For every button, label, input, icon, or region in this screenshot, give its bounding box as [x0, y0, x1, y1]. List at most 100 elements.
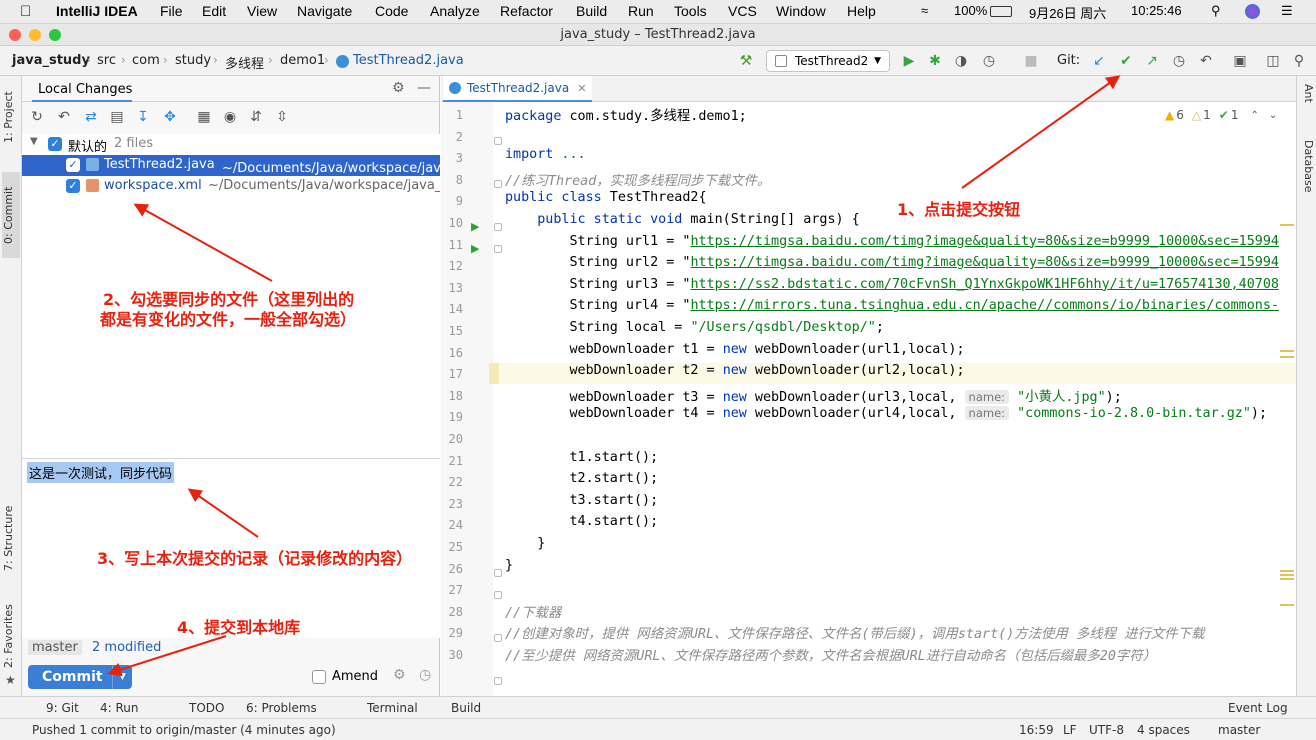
menu-vcs[interactable]: VCS	[728, 3, 757, 19]
fold-marker[interactable]	[494, 569, 502, 577]
siri-icon[interactable]	[1245, 4, 1260, 19]
fold-marker[interactable]	[494, 223, 502, 232]
git-update-icon[interactable]: ↙	[1090, 52, 1108, 70]
favorites-star-icon[interactable]: ★	[5, 673, 16, 687]
search-everywhere-icon[interactable]: ⚲	[1290, 52, 1308, 70]
tab-database[interactable]: Database	[1299, 140, 1315, 193]
fold-marker[interactable]	[494, 633, 502, 642]
zoom-window-button[interactable]	[49, 29, 61, 41]
menu-help[interactable]: Help	[847, 3, 876, 19]
code-line[interactable]: //练习Thread，实现多线程同步下载文件。	[505, 169, 1291, 189]
error-stripe-mark[interactable]	[1280, 570, 1294, 572]
code-line[interactable]: String url1 = "https://timgsa.baidu.com/…	[505, 234, 1291, 249]
menu-tools[interactable]: Tools	[674, 3, 707, 19]
refresh-icon[interactable]: ↻	[28, 108, 46, 126]
tab-ant[interactable]: Ant	[1299, 84, 1315, 103]
error-stripe-mark[interactable]	[1280, 224, 1294, 226]
menu-refactor[interactable]: Refactor	[500, 3, 553, 19]
menu-build[interactable]: Build	[576, 3, 607, 19]
git-history-icon[interactable]: ◷	[1170, 52, 1188, 70]
changelist-row[interactable]: ▼ ✓ 默认的 2 files	[22, 134, 440, 155]
breadcrumb-com[interactable]: com	[132, 53, 160, 68]
file-row-selected[interactable]: ✓ TestThread2.java ~/Documents/Java/work…	[22, 155, 440, 176]
tab-local-changes[interactable]: Local Changes	[38, 82, 132, 97]
error-stripe-mark[interactable]	[1280, 356, 1294, 358]
close-window-button[interactable]	[9, 29, 21, 41]
move-changelist-icon[interactable]: ✥	[161, 108, 179, 126]
code-line[interactable]: webDownloader t1 = new webDownloader(url…	[505, 342, 1291, 357]
history-icon[interactable]: ◷	[419, 667, 431, 683]
eye-icon[interactable]: ◉	[221, 108, 239, 126]
apple-icon[interactable]: 	[20, 3, 31, 20]
line-separator[interactable]: LF	[1063, 723, 1077, 737]
debug-bug-icon[interactable]: ✱	[926, 52, 944, 70]
file-checkbox[interactable]: ✓	[66, 158, 80, 172]
run-icon[interactable]: ▶	[900, 52, 918, 70]
fold-marker[interactable]	[494, 677, 502, 685]
file-checkbox[interactable]: ✓	[66, 179, 80, 193]
menu-navigate[interactable]: Navigate	[297, 3, 352, 19]
code-line[interactable]: String url2 = "https://timgsa.baidu.com/…	[505, 255, 1291, 270]
tool-problems[interactable]: 6: Problems	[246, 701, 317, 715]
edit-source-icon[interactable]: ▤	[108, 108, 126, 126]
tool-terminal[interactable]: Terminal	[367, 701, 418, 715]
tool-run[interactable]: 4: Run	[100, 701, 139, 715]
code-line[interactable]: //至少提供 网络资源URL、文件保存路径两个参数，文件名会根据URL进行自动命…	[505, 644, 1291, 664]
tool-git[interactable]: 9: Git	[46, 701, 79, 715]
tab-favorites[interactable]: 2: Favorites	[2, 602, 20, 670]
error-stripe-mark[interactable]	[1280, 604, 1294, 606]
code-line[interactable]: t4.start();	[505, 514, 1291, 529]
git-rollback-icon[interactable]: ↶	[1197, 52, 1215, 70]
coverage-icon[interactable]: ◑	[952, 52, 970, 70]
close-icon[interactable]: ✕	[577, 82, 586, 95]
menu-view[interactable]: View	[247, 3, 277, 19]
menu-run[interactable]: Run	[628, 3, 654, 19]
code-line[interactable]: t3.start();	[505, 493, 1291, 508]
error-stripe-mark[interactable]	[1280, 578, 1294, 580]
code-line[interactable]: webDownloader t3 = new webDownloader(url…	[505, 385, 1291, 405]
menu-analyze[interactable]: Analyze	[430, 3, 480, 19]
control-center-icon[interactable]: ☰	[1281, 3, 1293, 19]
breadcrumb-package[interactable]: 多线程	[225, 53, 264, 72]
tool-build[interactable]: Build	[451, 701, 481, 715]
file-encoding[interactable]: UTF-8	[1089, 723, 1124, 737]
spotlight-search-icon[interactable]: ⚲	[1211, 3, 1221, 19]
code-line[interactable]: import ...	[505, 147, 1291, 162]
code-line[interactable]: }	[505, 558, 1291, 573]
fold-marker[interactable]	[494, 245, 502, 253]
menu-window[interactable]: Window	[776, 3, 826, 19]
status-message[interactable]: Pushed 1 commit to origin/master (4 minu…	[32, 723, 336, 737]
hide-panel-icon[interactable]: —	[417, 80, 431, 96]
breadcrumb-file[interactable]: TestThread2.java	[353, 53, 464, 68]
code-line[interactable]: //下载器	[505, 601, 1291, 621]
run-configuration-select[interactable]: TestThread2 ▼	[766, 50, 890, 72]
git-push-icon[interactable]: ↗	[1143, 52, 1161, 70]
fold-marker[interactable]	[494, 590, 502, 599]
code-line[interactable]: t2.start();	[505, 471, 1291, 486]
indent-setting[interactable]: 4 spaces	[1137, 723, 1190, 737]
minimize-window-button[interactable]	[29, 29, 41, 41]
app-menu[interactable]: IntelliJ IDEA	[56, 3, 138, 19]
breadcrumb-demo1[interactable]: demo1	[280, 53, 325, 68]
presentation-mode-icon[interactable]: ◫	[1264, 52, 1282, 70]
breadcrumb-study[interactable]: study	[175, 53, 211, 68]
changelist-checkbox[interactable]: ✓	[48, 137, 62, 151]
tool-todo[interactable]: TODO	[189, 701, 224, 715]
tab-structure[interactable]: 7: Structure	[2, 496, 20, 580]
amend-checkbox[interactable]	[312, 670, 326, 684]
group-by-icon[interactable]: ▦	[195, 108, 213, 126]
shelve-icon[interactable]: ↧	[134, 108, 152, 126]
code-line[interactable]: String local = "/Users/qsdbl/Desktop/";	[505, 320, 1291, 335]
code-line[interactable]: webDownloader t2 = new webDownloader(url…	[505, 363, 1291, 378]
project-structure-icon[interactable]: ▣	[1231, 52, 1249, 70]
error-stripe-mark[interactable]	[1280, 350, 1294, 352]
rollback-icon[interactable]: ↶	[55, 108, 73, 126]
fold-marker[interactable]	[494, 180, 502, 189]
tool-event-log[interactable]: Event Log	[1228, 701, 1288, 715]
menu-date[interactable]: 9月26日 周六	[1029, 3, 1106, 22]
run-class-icon[interactable]: ▶	[471, 220, 479, 233]
stop-icon[interactable]: ■	[1022, 52, 1040, 70]
code-line[interactable]: webDownloader t4 = new webDownloader(url…	[505, 406, 1291, 421]
code-line[interactable]: package com.study.多线程.demo1;	[505, 104, 1291, 124]
show-diff-icon[interactable]: ⇄	[82, 108, 100, 126]
